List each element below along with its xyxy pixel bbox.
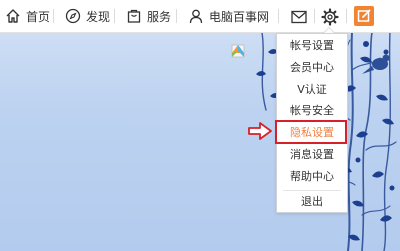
- gear-icon[interactable]: [321, 8, 339, 26]
- nav-service-label: 服务: [147, 9, 172, 24]
- home-icon: [6, 9, 20, 23]
- nav-divider: [53, 9, 54, 23]
- top-navigation-bar: 首页 发现 服务 电脑百事网: [0, 0, 400, 33]
- nav-discover-label: 发现: [86, 9, 111, 24]
- menu-item-member-center[interactable]: 会员中心: [277, 58, 347, 78]
- menu-item-v-verification[interactable]: V认证: [277, 80, 347, 100]
- edit-icon: [357, 9, 371, 22]
- menu-item-logout[interactable]: 退出: [277, 192, 347, 212]
- right-arrow-icon: [248, 122, 272, 140]
- highlight-box: [275, 120, 347, 144]
- gift-icon: [231, 44, 245, 58]
- menu-item-help-center[interactable]: 帮助中心: [277, 167, 347, 187]
- menu-divider: [283, 190, 341, 191]
- nav-service[interactable]: 服务: [126, 0, 171, 32]
- menu-item-message-settings[interactable]: 消息设置: [277, 145, 347, 165]
- menu-item-account-security[interactable]: 帐号安全: [277, 101, 347, 121]
- nav-account-label: 电脑百事网: [209, 9, 270, 24]
- nav-account[interactable]: 电脑百事网: [188, 0, 269, 32]
- user-icon: [189, 9, 203, 24]
- nav-home[interactable]: 首页: [5, 0, 50, 32]
- nav-divider: [346, 9, 347, 23]
- nav-discover[interactable]: 发现: [65, 0, 110, 32]
- menu-item-account-settings[interactable]: 帐号设置: [277, 36, 347, 56]
- nav-divider: [114, 9, 115, 23]
- nav-divider: [176, 9, 177, 23]
- nav-divider: [314, 9, 315, 23]
- compass-icon: [65, 8, 81, 24]
- nav-home-label: 首页: [26, 9, 51, 24]
- nav-divider: [278, 9, 279, 23]
- shopping-bag-icon: [127, 9, 141, 23]
- edit-button[interactable]: [354, 6, 374, 26]
- mail-icon[interactable]: [290, 8, 308, 26]
